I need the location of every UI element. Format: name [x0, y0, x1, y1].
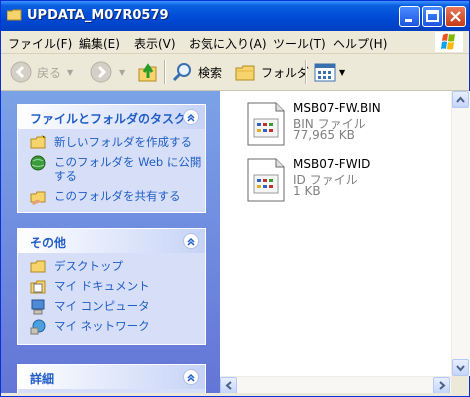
file-size: 1 KB — [293, 184, 321, 198]
folders-icon — [235, 65, 255, 81]
title-bar[interactable]: UPDATA_M07R0579 — [1, 1, 469, 31]
my-documents-icon — [30, 280, 46, 294]
other-places-header[interactable]: その他 — [18, 229, 205, 253]
explorer-window: UPDATA_M07R0579 ファイル(F) 編集(E) 表示(V) お気に入… — [0, 0, 470, 397]
window-title: UPDATA_M07R0579 — [27, 8, 169, 23]
menu-edit[interactable]: 編集(E) — [79, 35, 120, 52]
share-folder-label: このフォルダを共有する — [54, 189, 181, 203]
toolbar-separator-2 — [305, 60, 307, 84]
search-icon — [172, 63, 191, 82]
forward-button[interactable]: ▼ — [89, 60, 125, 84]
scroll-left-button[interactable] — [220, 377, 237, 394]
my-computer-icon — [31, 299, 45, 315]
maximize-icon — [426, 10, 439, 22]
file-icon — [247, 158, 285, 202]
file-name: MSB07-FW.BIN — [293, 101, 381, 115]
share-folder-link[interactable]: このフォルダを共有する — [30, 189, 205, 205]
window-bottom-border — [1, 393, 469, 396]
file-folder-tasks-panel: ファイルとフォルダのタスク 新しいフォルダを作成する このフォルダを Web に… — [17, 104, 206, 213]
desktop-folder-icon — [30, 260, 46, 273]
up-arrow-icon — [456, 96, 465, 103]
my-network-label: マイ ネットワーク — [54, 319, 150, 333]
my-computer-label: マイ コンピュータ — [54, 299, 150, 313]
file-item[interactable]: MSB07-FWID ID ファイル 1 KB — [244, 157, 370, 207]
right-arrow-icon — [439, 381, 446, 390]
file-name: MSB07-FWID — [293, 157, 371, 171]
minimize-icon — [405, 19, 412, 22]
expand-chevron-icon[interactable] — [183, 369, 199, 385]
horizontal-scrollbar[interactable] — [220, 376, 451, 394]
menu-bar: ファイル(F) 編集(E) 表示(V) お気に入り(A) ツール(T) ヘルプ(… — [1, 31, 469, 54]
my-documents-label: マイ ドキュメント — [54, 279, 150, 293]
file-folder-tasks-title: ファイルとフォルダのタスク — [30, 112, 187, 126]
other-places-panel: その他 デスクトップ マイ ドキュメント マイ コンピュータ マイ ネットワーク — [17, 228, 206, 345]
resize-grip[interactable] — [451, 376, 469, 393]
desktop-label: デスクトップ — [54, 259, 123, 273]
folders-button[interactable]: フォルダ — [234, 60, 309, 84]
menu-tools[interactable]: ツール(T) — [273, 35, 326, 52]
menu-favorites[interactable]: お気に入り(A) — [189, 35, 267, 52]
file-list: MSB07-FW.BIN BIN ファイル 77,965 KB MSB07-FW… — [220, 91, 451, 376]
toolbar: 戻る ▼ ▼ 検索 フォルダ ▼ — [1, 54, 469, 91]
task-pane: ファイルとフォルダのタスク 新しいフォルダを作成する このフォルダを Web に… — [1, 91, 220, 393]
windows-logo-icon — [435, 32, 463, 52]
views-icon — [314, 63, 336, 82]
vertical-scrollbar[interactable] — [451, 91, 470, 376]
new-folder-link[interactable]: 新しいフォルダを作成する — [30, 135, 205, 149]
scroll-right-button[interactable] — [433, 377, 450, 394]
close-icon — [450, 11, 461, 22]
up-folder-icon — [138, 63, 157, 82]
views-dropdown-icon[interactable]: ▼ — [339, 68, 345, 77]
search-button[interactable]: 検索 — [171, 60, 222, 84]
back-button[interactable]: 戻る ▼ — [9, 60, 73, 84]
menu-view[interactable]: 表示(V) — [134, 35, 176, 52]
my-network-link[interactable]: マイ ネットワーク — [30, 319, 205, 335]
back-label: 戻る — [37, 65, 62, 80]
views-button[interactable]: ▼ — [313, 60, 345, 84]
details-title: 詳細 — [30, 372, 55, 386]
menu-help[interactable]: ヘルプ(H) — [333, 35, 387, 52]
down-arrow-icon — [456, 365, 465, 372]
share-folder-icon — [30, 191, 46, 205]
search-label: 検索 — [198, 65, 223, 80]
file-item[interactable]: MSB07-FW.BIN BIN ファイル 77,965 KB — [244, 101, 381, 151]
my-network-icon — [30, 319, 46, 335]
my-documents-link[interactable]: マイ ドキュメント — [30, 279, 205, 294]
collapse-chevron-icon[interactable] — [183, 109, 199, 125]
file-folder-tasks-header[interactable]: ファイルとフォルダのタスク — [18, 105, 205, 129]
file-icon — [247, 102, 285, 146]
back-dropdown-icon[interactable]: ▼ — [67, 68, 73, 77]
folders-label: フォルダ — [261, 65, 310, 80]
my-computer-link[interactable]: マイ コンピュータ — [30, 299, 205, 315]
scroll-up-button[interactable] — [452, 91, 469, 108]
back-arrow-icon — [10, 61, 32, 83]
toolbar-separator — [164, 60, 166, 84]
details-panel: 詳細 — [17, 364, 206, 393]
left-arrow-icon — [225, 381, 232, 390]
folder-icon — [7, 9, 22, 21]
collapse-chevron-icon[interactable] — [183, 233, 199, 249]
publish-web-link[interactable]: このフォルダを Web に公開する — [30, 155, 205, 183]
file-size: 77,965 KB — [293, 128, 355, 142]
maximize-button[interactable] — [422, 6, 443, 27]
globe-icon — [30, 155, 46, 171]
new-folder-label: 新しいフォルダを作成する — [54, 135, 192, 149]
publish-web-label: このフォルダを Web に公開する — [54, 155, 202, 183]
close-button[interactable] — [445, 6, 466, 27]
other-places-title: その他 — [30, 236, 67, 250]
minimize-button[interactable] — [399, 6, 420, 27]
up-folder-button[interactable] — [137, 60, 159, 84]
forward-arrow-icon — [90, 61, 112, 83]
new-folder-icon — [30, 135, 46, 149]
menu-file[interactable]: ファイル(F) — [8, 35, 72, 52]
details-header[interactable]: 詳細 — [18, 365, 205, 389]
forward-dropdown-icon[interactable]: ▼ — [119, 68, 125, 77]
scroll-down-button[interactable] — [452, 359, 469, 376]
desktop-link[interactable]: デスクトップ — [30, 259, 205, 273]
